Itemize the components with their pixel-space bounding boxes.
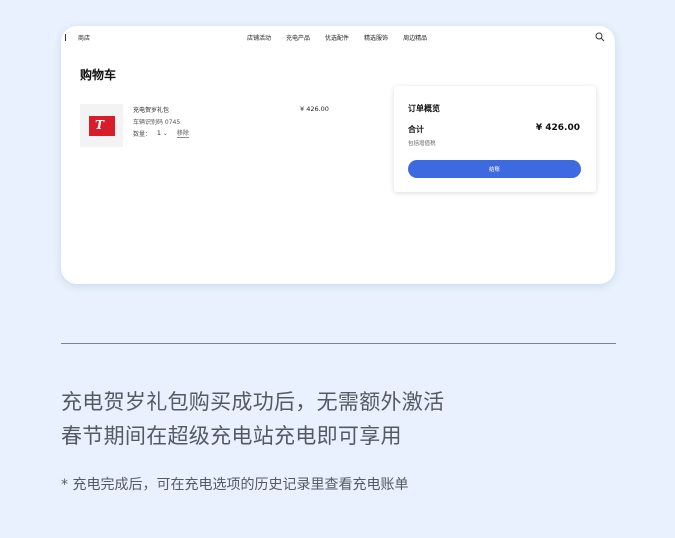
divider [61, 343, 616, 344]
menu-bar-icon[interactable] [65, 34, 66, 41]
checkout-button[interactable]: 结账 [408, 160, 581, 178]
nav-link-charging[interactable]: 充电产品 [286, 33, 310, 42]
product-logo-icon: T [89, 116, 115, 136]
chevron-down-icon[interactable]: ⌄ [163, 130, 168, 137]
nav-link-lifestyle[interactable]: 周边精品 [403, 33, 427, 42]
store-window: 商店 店铺活动 充电产品 优选配件 精选服饰 周边精品 购物车 T 充电贺岁礼包… [61, 26, 615, 284]
quantity-label: 数量： [133, 130, 152, 138]
total-label: 合计 [408, 125, 424, 134]
quantity-select[interactable]: 1 [157, 130, 161, 137]
promo-line-1: 充电贺岁礼包购买成功后，无需额外激活 [61, 390, 445, 414]
tax-note: 包括增值税 [408, 141, 436, 147]
total-value: ¥ 426.00 [535, 123, 580, 133]
page-title: 购物车 [80, 68, 117, 82]
nav-link-accessories[interactable]: 优选配件 [325, 33, 349, 42]
promo-line-2: 春节期间在超级充电站充电即可享用 [61, 424, 402, 448]
order-summary: 订单概览 合计 ¥ 426.00 包括增值税 结账 [394, 86, 596, 192]
promo-note: * 充电完成后，可在充电选项的历史记录里查看充电账单 [61, 477, 409, 493]
product-thumbnail[interactable]: T [80, 104, 123, 147]
nav-brand[interactable]: 商店 [78, 33, 90, 42]
vehicle-id: 车辆识别码 0745 [133, 119, 181, 126]
nav-link-apparel[interactable]: 精选服饰 [364, 33, 388, 42]
promo-headline: 充电贺岁礼包购买成功后，无需额外激活 春节期间在超级充电站充电即可享用 [61, 385, 444, 453]
nav-links: 店铺活动 充电产品 优选配件 精选服饰 周边精品 [247, 33, 442, 42]
nav-link-events[interactable]: 店铺活动 [247, 33, 271, 42]
search-icon[interactable] [595, 32, 605, 42]
item-price: ¥ 426.00 [300, 105, 329, 113]
product-name: 充电贺岁礼包 [133, 107, 170, 114]
remove-link[interactable]: 移除 [176, 128, 189, 138]
quantity-row: 数量： 1 ⌄ 移除 [133, 128, 189, 138]
top-nav: 商店 店铺活动 充电产品 优选配件 精选服饰 周边精品 [61, 26, 615, 48]
summary-title: 订单概览 [408, 104, 440, 113]
